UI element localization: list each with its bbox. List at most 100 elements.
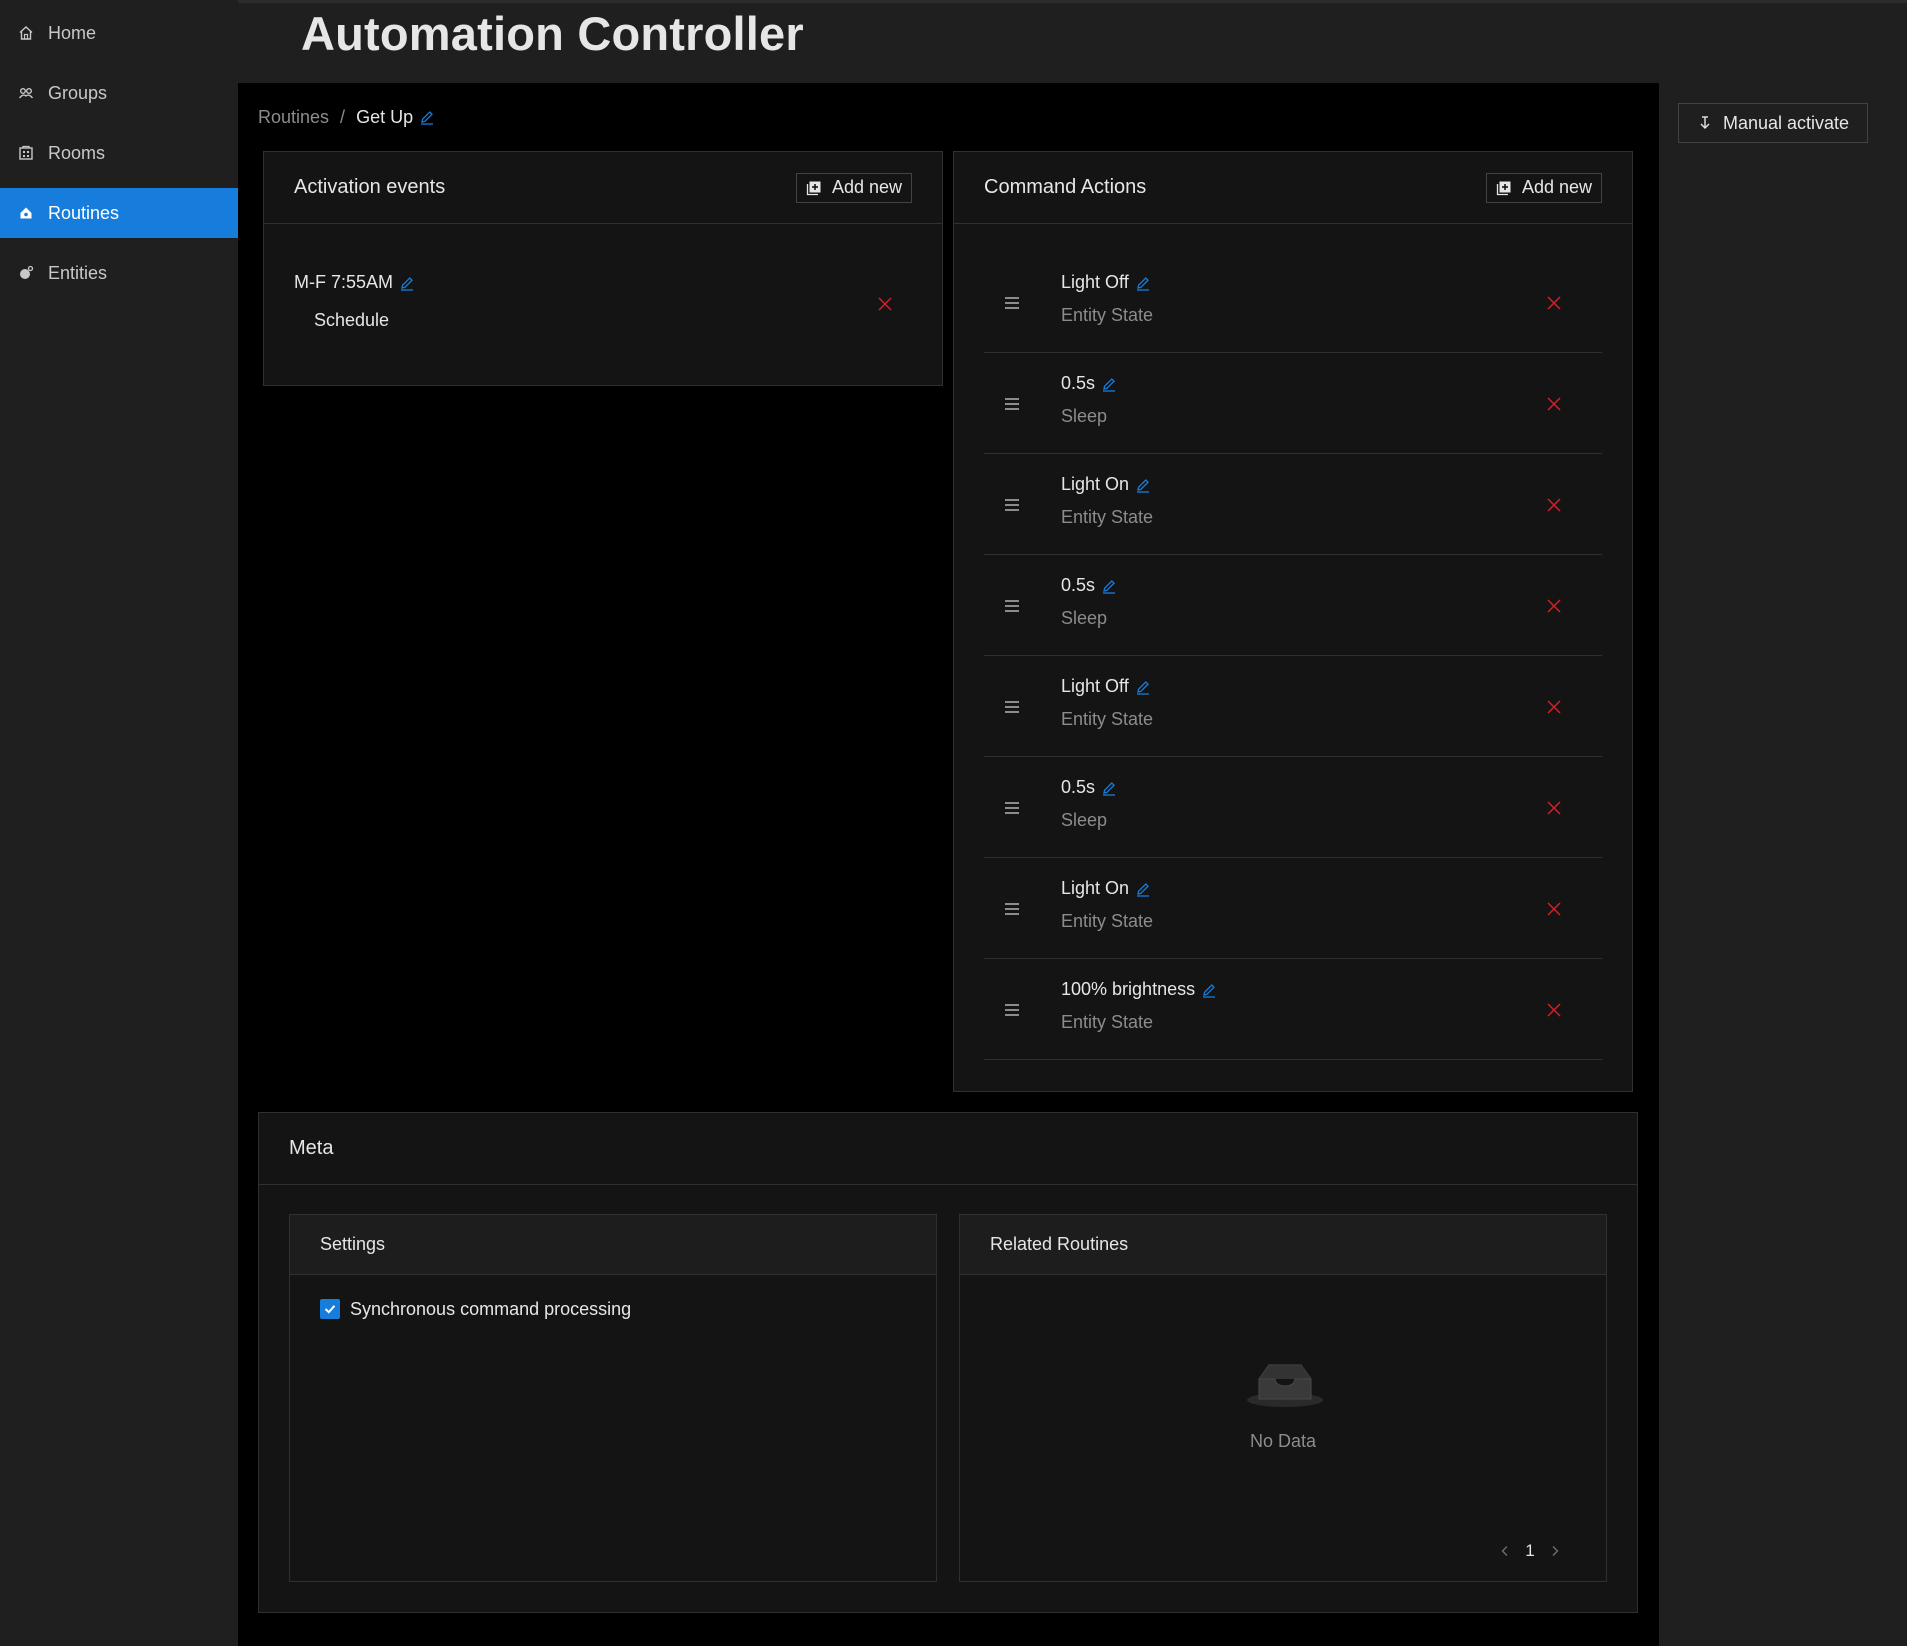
command-action-title: Light Off (1061, 676, 1151, 697)
activation-events-card: Activation events Add new M-F 7:55AM Sch… (263, 151, 943, 386)
delete-icon[interactable] (1547, 1003, 1561, 1017)
activation-events-header: Activation events Add new (264, 152, 942, 224)
command-action-row: 100% brightness Entity State (984, 959, 1602, 1060)
delete-icon[interactable] (1547, 296, 1561, 310)
drag-handle-icon[interactable] (1004, 396, 1020, 412)
delete-icon[interactable] (1547, 801, 1561, 815)
rooms-icon (18, 145, 34, 161)
sidebar-item-label: Home (48, 22, 97, 43)
no-data-text: No Data (1249, 1431, 1317, 1451)
delete-icon[interactable] (1547, 498, 1561, 512)
command-action-title: 0.5s (1061, 575, 1117, 596)
sidebar: Home Groups Rooms Routines Entities (0, 0, 238, 1646)
sync-processing-label[interactable]: Synchronous command processing (350, 1299, 631, 1319)
settings-card: Settings Synchronous command processing (289, 1214, 937, 1582)
edit-icon[interactable] (1101, 376, 1117, 392)
command-action-title: Light On (1061, 878, 1151, 899)
edit-icon[interactable] (1135, 881, 1151, 897)
command-action-type: Entity State (1061, 507, 1154, 527)
command-action-row: Light On Entity State (984, 454, 1602, 555)
sidebar-item-label: Entities (48, 262, 108, 283)
command-actions-card: Command Actions Add new Light Off Entity … (953, 151, 1633, 1092)
meta-card: Meta Settings Synchronous command proces… (258, 1112, 1638, 1613)
sidebar-item-groups[interactable]: Groups (0, 68, 238, 118)
drag-handle-icon[interactable] (1004, 901, 1020, 917)
command-action-row: Light Off Entity State (984, 656, 1602, 757)
delete-icon[interactable] (878, 297, 892, 311)
edit-icon[interactable] (1135, 477, 1151, 493)
manual-activate-button[interactable]: Manual activate (1678, 103, 1868, 143)
command-action-title: 100% brightness (1061, 979, 1217, 1000)
sidebar-item-rooms[interactable]: Rooms (0, 128, 238, 178)
edit-icon[interactable] (1201, 982, 1217, 998)
sidebar-item-label: Groups (48, 82, 108, 103)
command-action-type: Entity State (1061, 305, 1154, 325)
command-action-name: 0.5s (1061, 373, 1096, 393)
command-action-type: Entity State (1061, 911, 1154, 931)
sidebar-item-routines[interactable]: Routines (0, 188, 238, 238)
command-actions-title: Command Actions (984, 176, 1147, 198)
command-action-name: Light Off (1061, 272, 1129, 292)
command-action-row: 0.5s Sleep (984, 353, 1602, 454)
delete-icon[interactable] (1547, 700, 1561, 714)
meta-title: Meta (289, 1137, 334, 1159)
drag-handle-icon[interactable] (1004, 598, 1020, 614)
routines-icon (18, 205, 34, 221)
breadcrumb-routines-link[interactable]: Routines (258, 107, 329, 128)
drag-handle-icon[interactable] (1004, 295, 1020, 311)
sidebar-item-home[interactable]: Home (0, 8, 238, 58)
command-action-name: 100% brightness (1061, 979, 1196, 999)
command-action-name: 0.5s (1061, 777, 1096, 797)
add-command-action-button[interactable]: Add new (1485, 172, 1602, 203)
home-icon (18, 25, 34, 41)
drag-handle-icon[interactable] (1004, 800, 1020, 816)
check-icon (324, 1305, 336, 1314)
download-icon (1697, 115, 1713, 131)
activation-event-item: M-F 7:55AM (294, 272, 415, 293)
manual-activate-label: Manual activate (1722, 112, 1850, 133)
drag-handle-icon[interactable] (1004, 1002, 1020, 1018)
top-border (0, 0, 1907, 3)
app-title: Automation Controller (301, 7, 804, 60)
command-action-title: 0.5s (1061, 373, 1117, 394)
related-routines-title: Related Routines (960, 1215, 1606, 1275)
edit-icon[interactable] (419, 109, 435, 125)
command-action-type: Sleep (1061, 608, 1108, 628)
command-action-row: 0.5s Sleep (984, 757, 1602, 858)
edit-icon[interactable] (1135, 679, 1151, 695)
command-action-type: Sleep (1061, 406, 1108, 426)
delete-icon[interactable] (1547, 397, 1561, 411)
edit-icon[interactable] (1101, 780, 1117, 796)
delete-icon[interactable] (1547, 902, 1561, 916)
command-action-type: Entity State (1061, 709, 1154, 729)
add-icon (806, 180, 822, 196)
add-new-label: Add new (831, 177, 902, 197)
settings-title: Settings (290, 1215, 936, 1275)
command-action-row: Light Off Entity State (984, 252, 1602, 353)
activation-event-name: M-F 7:55AM (294, 272, 394, 292)
command-action-type: Sleep (1061, 810, 1108, 830)
command-action-name: 0.5s (1061, 575, 1096, 595)
add-activation-event-button[interactable]: Add new (795, 172, 912, 203)
empty-inbox-icon (1245, 1353, 1325, 1409)
breadcrumb: Routines / Get Up (258, 106, 435, 128)
drag-handle-icon[interactable] (1004, 497, 1020, 513)
breadcrumb-separator: / (340, 106, 346, 127)
edit-icon[interactable] (1135, 275, 1151, 291)
edit-icon[interactable] (399, 275, 415, 291)
breadcrumb-current: Get Up (356, 106, 414, 127)
command-action-name: Light On (1061, 474, 1130, 494)
sync-processing-checkbox[interactable] (320, 1299, 340, 1319)
page-number[interactable]: 1 (1515, 1541, 1545, 1561)
add-new-label: Add new (1521, 177, 1592, 197)
activation-event-type: Schedule (314, 310, 390, 330)
entities-icon (18, 265, 34, 281)
command-action-row: 0.5s Sleep (984, 555, 1602, 656)
command-action-title: Light On (1061, 474, 1151, 495)
drag-handle-icon[interactable] (1004, 699, 1020, 715)
edit-icon[interactable] (1101, 578, 1117, 594)
prev-page-icon[interactable] (1495, 1541, 1515, 1561)
delete-icon[interactable] (1547, 599, 1561, 613)
sidebar-item-entities[interactable]: Entities (0, 248, 238, 298)
next-page-icon[interactable] (1545, 1541, 1565, 1561)
